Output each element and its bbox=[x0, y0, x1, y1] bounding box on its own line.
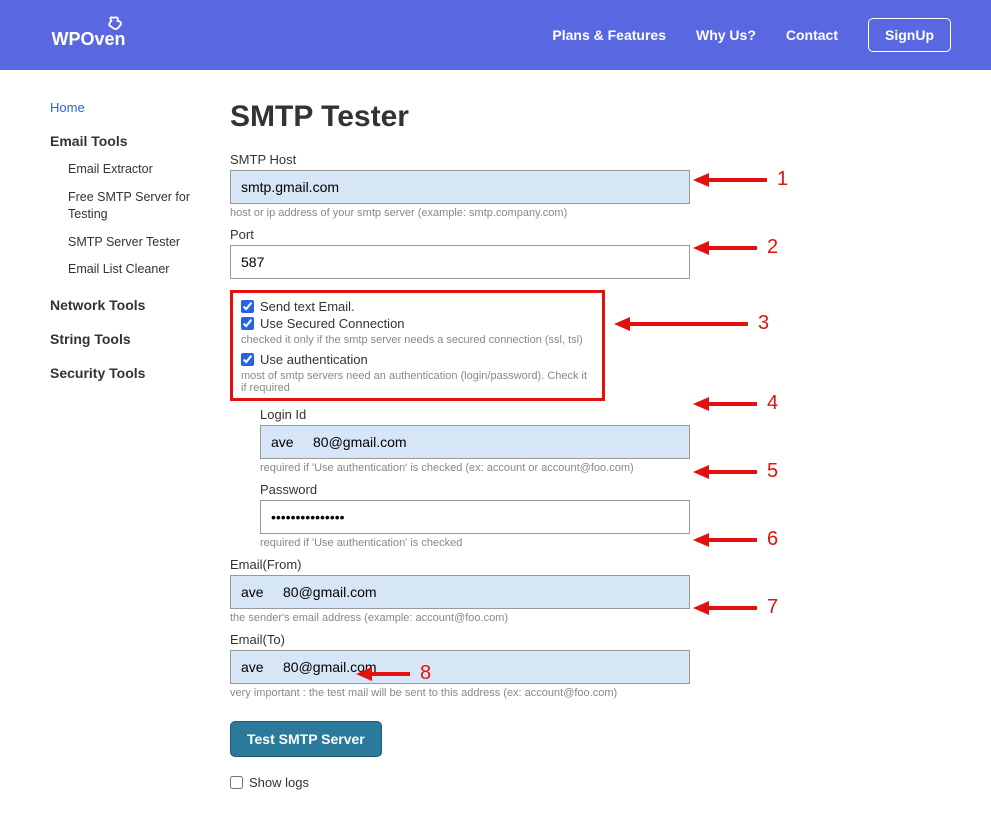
annotation-3: 3 bbox=[628, 312, 769, 335]
secured-checkbox[interactable] bbox=[241, 317, 254, 330]
signup-button[interactable]: SignUp bbox=[868, 18, 951, 52]
show-logs-checkbox[interactable] bbox=[230, 776, 243, 789]
main-content: SMTP Tester SMTP Host host or ip address… bbox=[230, 100, 951, 793]
login-label: Login Id bbox=[260, 407, 951, 422]
secured-label: Use Secured Connection bbox=[260, 316, 405, 331]
nav: Plans & Features Why Us? Contact SignUp bbox=[552, 18, 951, 52]
email-from-label: Email(From) bbox=[230, 557, 951, 572]
smtp-host-help: host or ip address of your smtp server (… bbox=[230, 207, 951, 219]
sidebar-email-cleaner[interactable]: Email List Cleaner bbox=[68, 261, 230, 279]
email-from-help: the sender's email address (example: acc… bbox=[230, 612, 951, 624]
password-help: required if 'Use authentication' is chec… bbox=[260, 537, 951, 549]
email-to-label: Email(To) bbox=[230, 632, 951, 647]
header-bar: WPOven Plans & Features Why Us? Contact … bbox=[0, 0, 991, 70]
sidebar-security-tools[interactable]: Security Tools bbox=[50, 365, 230, 381]
auth-help: most of smtp servers need an authenticat… bbox=[241, 370, 594, 394]
sidebar-network-tools[interactable]: Network Tools bbox=[50, 297, 230, 313]
port-input[interactable] bbox=[230, 245, 690, 279]
auth-label: Use authentication bbox=[260, 352, 368, 367]
password-input[interactable] bbox=[260, 500, 690, 534]
options-highlight-box: Send text Email. Use Secured Connection … bbox=[230, 290, 605, 401]
send-text-checkbox[interactable] bbox=[241, 300, 254, 313]
email-to-input[interactable] bbox=[230, 650, 690, 684]
email-to-help: very important : the test mail will be s… bbox=[230, 687, 951, 699]
sidebar-home[interactable]: Home bbox=[50, 100, 230, 115]
nav-why-us[interactable]: Why Us? bbox=[696, 27, 756, 43]
password-label: Password bbox=[260, 482, 951, 497]
nav-contact[interactable]: Contact bbox=[786, 27, 838, 43]
svg-text:WPOven: WPOven bbox=[52, 29, 126, 49]
wpoven-logo-icon: WPOven bbox=[50, 15, 140, 55]
nav-plans[interactable]: Plans & Features bbox=[552, 27, 666, 43]
auth-checkbox[interactable] bbox=[241, 353, 254, 366]
page-title: SMTP Tester bbox=[230, 100, 951, 134]
sidebar-email-extractor[interactable]: Email Extractor bbox=[68, 161, 230, 179]
port-label: Port bbox=[230, 227, 951, 242]
test-smtp-button[interactable]: Test SMTP Server bbox=[230, 721, 382, 757]
show-logs-label: Show logs bbox=[249, 775, 309, 790]
sidebar: Home Email Tools Email Extractor Free SM… bbox=[50, 100, 230, 793]
send-text-label: Send text Email. bbox=[260, 299, 355, 314]
login-help: required if 'Use authentication' is chec… bbox=[260, 462, 951, 474]
email-from-input[interactable] bbox=[230, 575, 690, 609]
smtp-host-input[interactable] bbox=[230, 170, 690, 204]
sidebar-smtp-tester[interactable]: SMTP Server Tester bbox=[68, 234, 230, 252]
smtp-host-label: SMTP Host bbox=[230, 152, 951, 167]
login-input[interactable] bbox=[260, 425, 690, 459]
sidebar-email-tools[interactable]: Email Tools bbox=[50, 133, 230, 149]
sidebar-string-tools[interactable]: String Tools bbox=[50, 331, 230, 347]
secured-help: checked it only if the smtp server needs… bbox=[241, 334, 594, 346]
sidebar-free-smtp[interactable]: Free SMTP Server for Testing bbox=[68, 189, 230, 224]
logo[interactable]: WPOven bbox=[50, 15, 140, 55]
